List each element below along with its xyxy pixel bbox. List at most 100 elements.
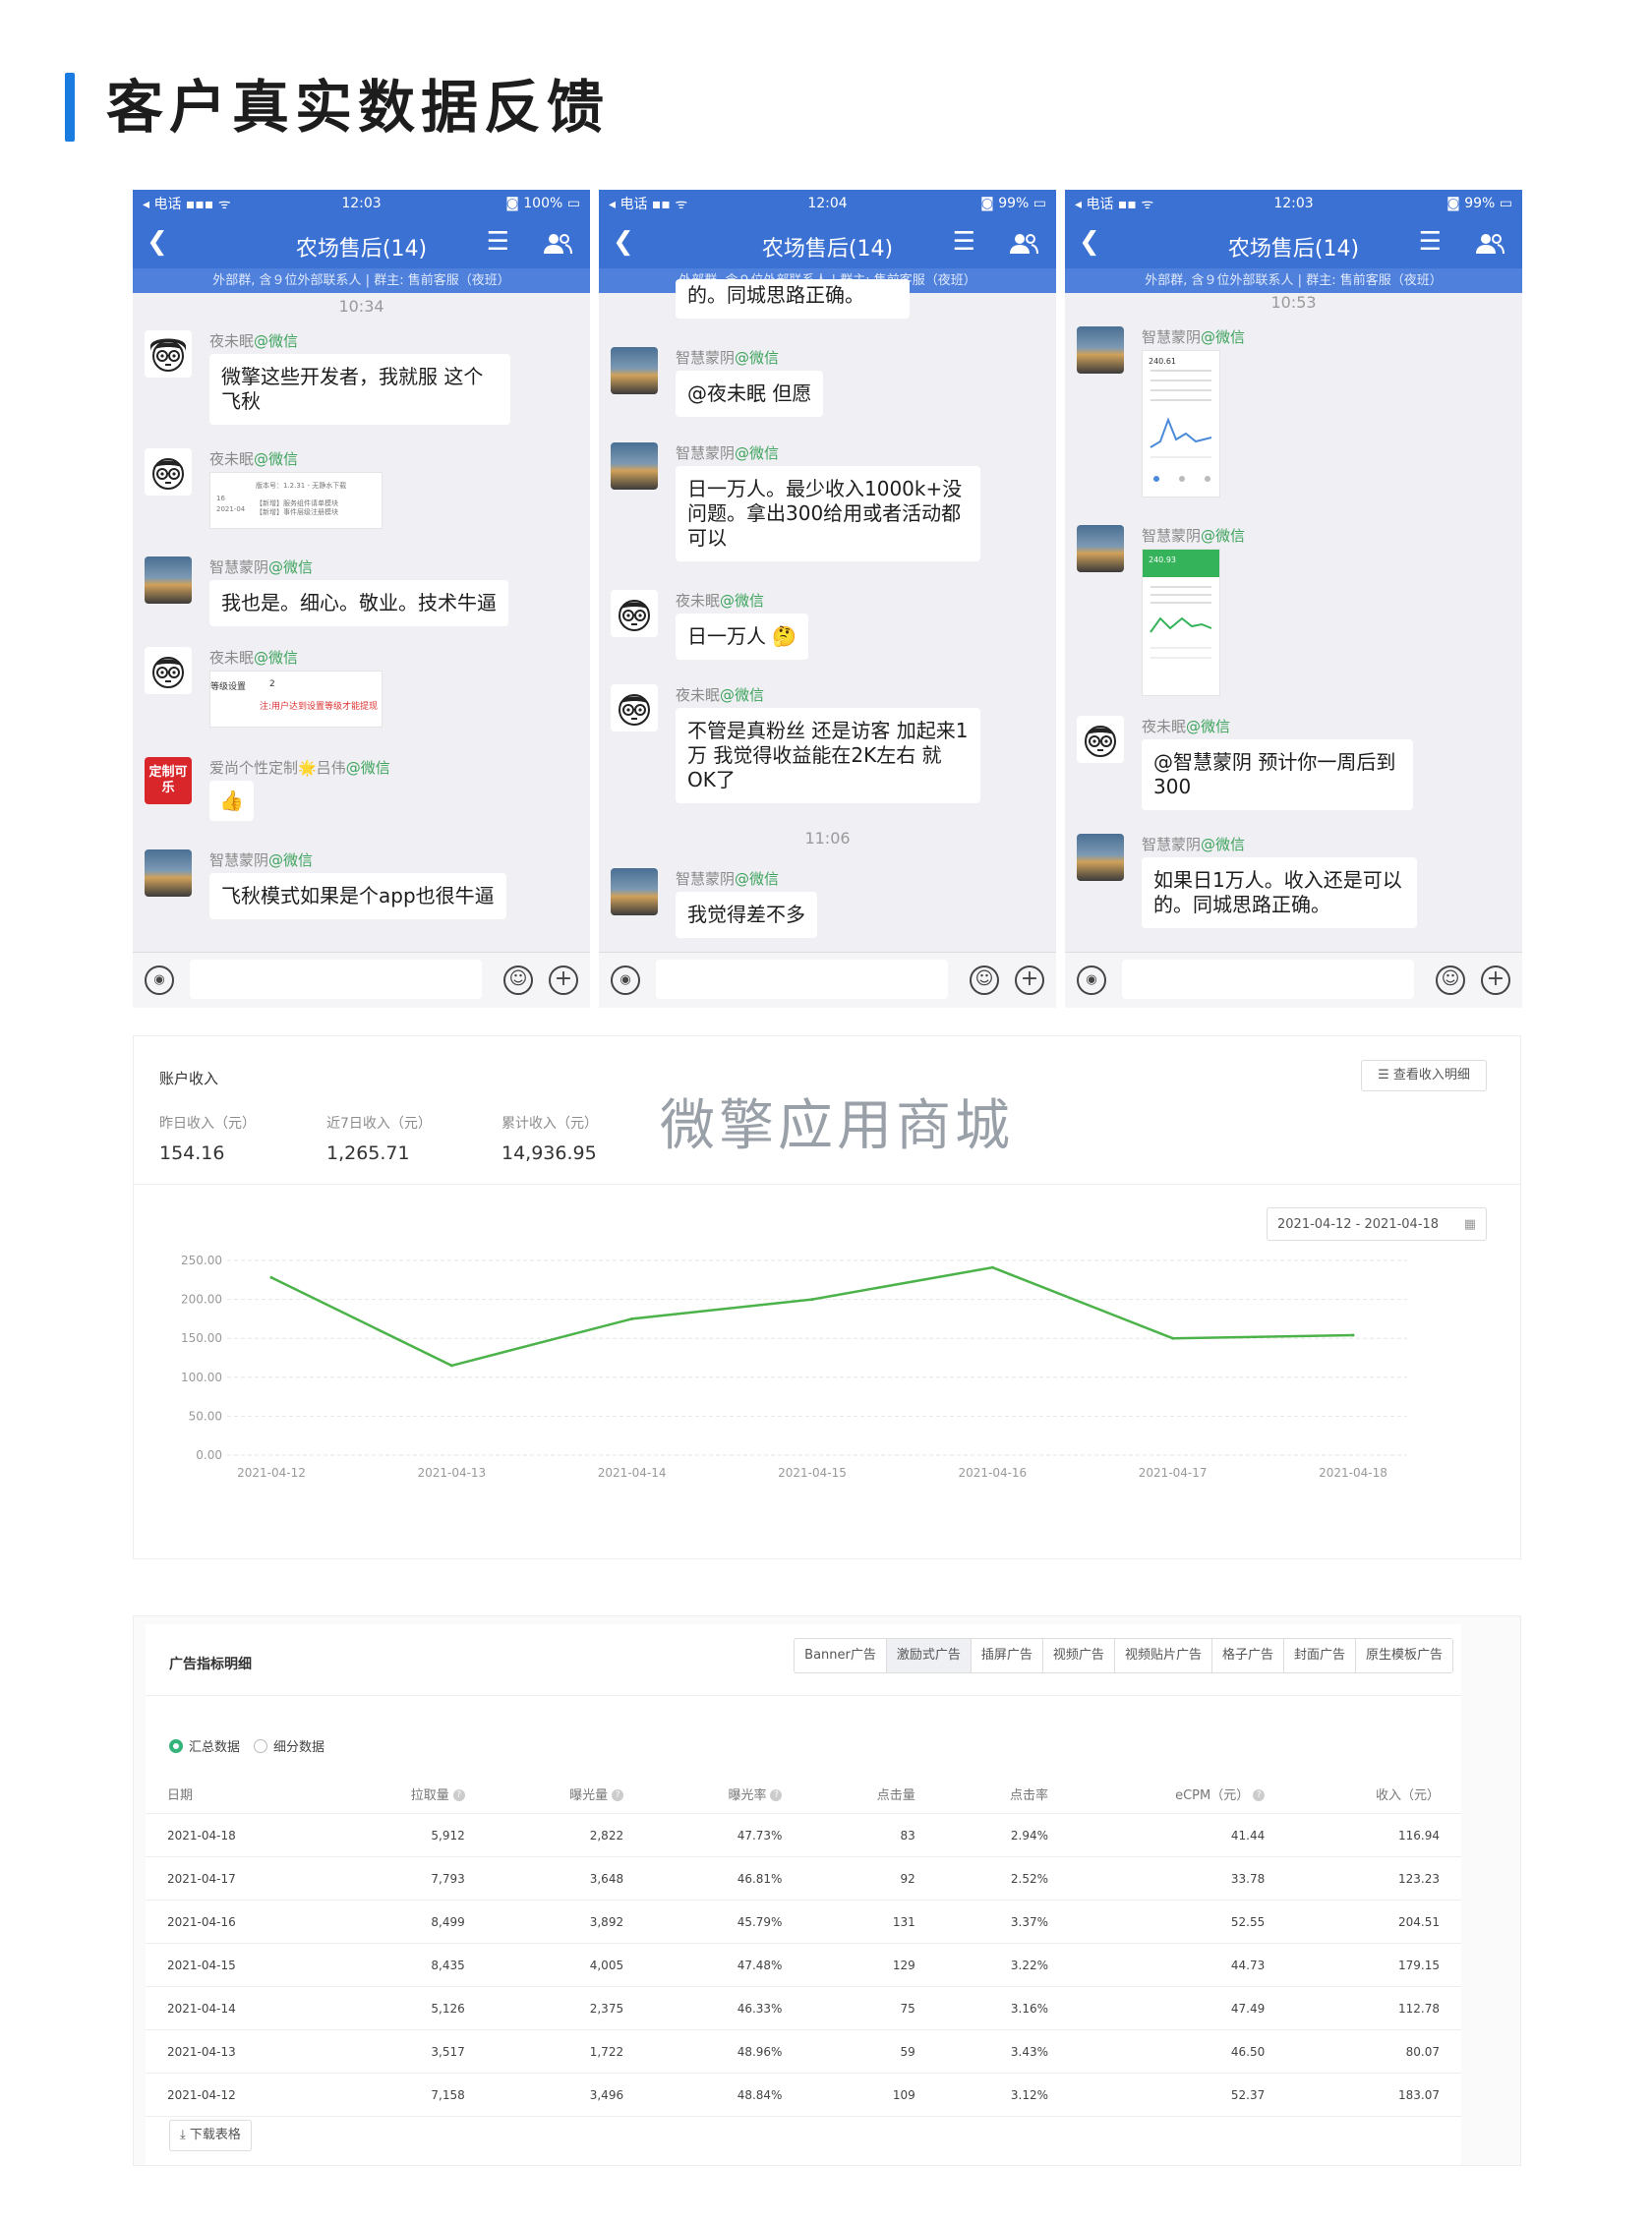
ad-tab[interactable]: 格子广告 xyxy=(1210,1639,1283,1672)
table-cell: 183.07 xyxy=(1286,2073,1461,2117)
divider xyxy=(134,1184,1520,1185)
x-tick-label: 2021-04-13 xyxy=(417,1466,486,1480)
ad-metrics-card: 广告指标明细 Banner广告 激励式广告 插屏广告 视频广告 视频贴片广告 格子广告 封面… xyxy=(146,1624,1461,2165)
plus-icon[interactable]: + xyxy=(549,965,578,995)
message-input[interactable] xyxy=(190,960,482,999)
calendar-icon: ▦ xyxy=(1463,1217,1476,1232)
chat-input-bar: ◉ ☺ + xyxy=(133,952,590,1008)
menu-icon[interactable]: ☰ xyxy=(953,227,975,257)
road-avatar xyxy=(145,556,192,604)
table-cell: 8,435 xyxy=(327,1943,487,1987)
data-point[interactable] xyxy=(810,1298,814,1302)
table-cell: 3.22% xyxy=(936,1943,1071,1987)
message-bubble: @智慧蒙阴 预计你一周后到300 xyxy=(1142,739,1413,810)
radio-unchecked-icon xyxy=(254,1738,267,1753)
ad-metrics-panel: 广告指标明细 Banner广告 激励式广告 插屏广告 视频广告 视频贴片广告 格子广告 封面… xyxy=(133,1615,1521,2166)
ad-tab[interactable]: Banner广告 xyxy=(795,1639,886,1672)
help-icon[interactable]: ? xyxy=(452,1789,465,1801)
column-header: 点击量 xyxy=(803,1774,937,1814)
download-table-button[interactable]: ⤓ 下载表格 xyxy=(169,2120,252,2151)
table-cell: 2.94% xyxy=(936,1813,1071,1857)
data-point[interactable] xyxy=(1351,1333,1355,1337)
watermark: 微擎应用商城 xyxy=(660,1094,1014,1158)
table-cell: 3,517 xyxy=(327,2029,487,2074)
table-cell: 46.81% xyxy=(645,1856,804,1901)
group-members-icon[interactable] xyxy=(1475,233,1504,255)
chat-messages: 的。同城思路正确。 智慧蒙阴@微信 @夜未眠 但愿 智慧蒙阴@微信 日一万人。最… xyxy=(599,279,1056,953)
y-tick-label: 150.00 xyxy=(181,1331,222,1345)
message-bubble: 我觉得差不多 xyxy=(676,892,817,938)
table-cell: 44.73 xyxy=(1070,1943,1287,1987)
chart-screenshot-image[interactable]: 240.93 xyxy=(1142,549,1220,696)
sender-name: 夜未眠@微信 xyxy=(209,649,299,667)
download-icon: ⤓ xyxy=(180,2128,190,2142)
message-input[interactable] xyxy=(1122,960,1414,999)
x-tick-label: 2021-04-14 xyxy=(598,1466,667,1480)
ad-tab[interactable]: 激励式广告 xyxy=(885,1639,971,1672)
road-avatar xyxy=(1077,326,1124,374)
radio-checked-icon xyxy=(169,1738,183,1753)
message-input[interactable] xyxy=(656,960,948,999)
emoji-icon[interactable]: ☺ xyxy=(970,965,999,995)
help-icon[interactable]: ? xyxy=(770,1789,783,1801)
table-cell: 45.79% xyxy=(645,1900,804,1944)
chat-messages: 10:34 夜未眠@微信 微擎这些开发者，我就服 这个飞秋 夜未眠@微信 版本号… xyxy=(133,293,590,953)
ad-type-tabs: Banner广告 激励式广告 插屏广告 视频广告 视频贴片广告 格子广告 封面广告 原生模板广… xyxy=(794,1638,1453,1673)
radio-summary[interactable]: 汇总数据 xyxy=(169,1736,240,1755)
emoji-icon[interactable]: ☺ xyxy=(1436,965,1465,995)
sender-name: 智慧蒙阴@微信 xyxy=(1142,527,1246,545)
road-avatar xyxy=(145,849,192,897)
radio-detail[interactable]: 细分数据 xyxy=(254,1736,324,1755)
table-cell: 4,005 xyxy=(486,1943,646,1987)
plus-icon[interactable]: + xyxy=(1015,965,1044,995)
image-message[interactable]: 版本号：1.2.31 - 无静水下载 16 2021-04 【新增】服务组件请单… xyxy=(209,472,383,529)
message-bubble: 我也是。细心。敬业。技术牛逼 xyxy=(209,580,508,626)
menu-icon[interactable]: ☰ xyxy=(1419,227,1442,257)
x-tick-label: 2021-04-15 xyxy=(778,1466,847,1480)
ad-tab[interactable]: 插屏广告 xyxy=(970,1639,1042,1672)
table-cell: 2,375 xyxy=(486,1986,646,2030)
table-cell: 47.49 xyxy=(1070,1986,1287,2030)
voice-icon[interactable]: ◉ xyxy=(145,965,174,995)
ad-tab[interactable]: 视频广告 xyxy=(1041,1639,1114,1672)
voice-icon[interactable]: ◉ xyxy=(1077,965,1106,995)
help-icon[interactable]: ? xyxy=(612,1789,624,1801)
group-title: 农场售后(14) xyxy=(761,237,894,262)
ad-tab[interactable]: 原生模板广告 xyxy=(1354,1639,1452,1672)
group-members-icon[interactable] xyxy=(1009,233,1038,255)
table-cell: 2021-04-16 xyxy=(146,1900,328,1944)
table-cell: 7,158 xyxy=(327,2073,487,2117)
ad-tab[interactable]: 封面广告 xyxy=(1282,1639,1355,1672)
image-message[interactable]: 等级设置 2 注:用户达到设置等级才能提现 xyxy=(209,671,383,728)
sender-name: 智慧蒙阴@微信 xyxy=(209,851,314,869)
chart-screenshot-image[interactable]: 240.61 xyxy=(1142,350,1220,497)
table-cell: 92 xyxy=(803,1856,937,1901)
page-title: 客户真实数据反馈 xyxy=(106,74,611,141)
table-cell: 112.78 xyxy=(1286,1986,1461,2030)
message-bubble: @夜未眠 但愿 xyxy=(676,371,824,417)
data-point[interactable] xyxy=(990,1265,994,1269)
table-row: 2021-04-16 8,499 3,892 45.79% 131 3.37% 52.55 2… xyxy=(146,1900,1461,1944)
message-time: 10:34 xyxy=(338,297,384,316)
table-cell: 2021-04-15 xyxy=(146,1943,328,1987)
table-cell: 3,892 xyxy=(486,1900,646,1944)
table-header-row: 日期 拉取量? 曝光量? 曝光率? 点击量 点击率 eCPM（元）? 收入（元） xyxy=(146,1774,1461,1814)
plus-icon[interactable]: + xyxy=(1481,965,1510,995)
data-point[interactable] xyxy=(269,1275,273,1279)
view-income-detail-button[interactable]: ☰ 查看收入明细 xyxy=(1361,1060,1487,1091)
ad-metrics-table: 日期 拉取量? 曝光量? 曝光率? 点击量 点击率 eCPM（元）? 收入（元） 2021-0… xyxy=(146,1774,1461,2117)
emoji-icon[interactable]: ☺ xyxy=(503,965,533,995)
data-point[interactable] xyxy=(1171,1336,1175,1340)
data-point[interactable] xyxy=(630,1316,634,1320)
group-members-icon[interactable] xyxy=(543,233,572,255)
ad-tab[interactable]: 视频贴片广告 xyxy=(1113,1639,1211,1672)
date-range-picker[interactable]: 2021-04-12 - 2021-04-18 ▦ xyxy=(1267,1207,1487,1241)
menu-icon[interactable]: ☰ xyxy=(487,227,509,257)
data-point[interactable] xyxy=(449,1364,453,1368)
table-row: 2021-04-14 5,126 2,375 46.33% 75 3.16% 47.49 11… xyxy=(146,1986,1461,2030)
brand-avatar: 定制可乐 xyxy=(145,757,192,804)
download-label: 下载表格 xyxy=(189,2128,241,2142)
message-bubble: 如果日1万人。收入还是可以的。同城思路正确。 xyxy=(1142,857,1417,928)
help-icon[interactable]: ? xyxy=(1253,1789,1266,1801)
voice-icon[interactable]: ◉ xyxy=(611,965,640,995)
